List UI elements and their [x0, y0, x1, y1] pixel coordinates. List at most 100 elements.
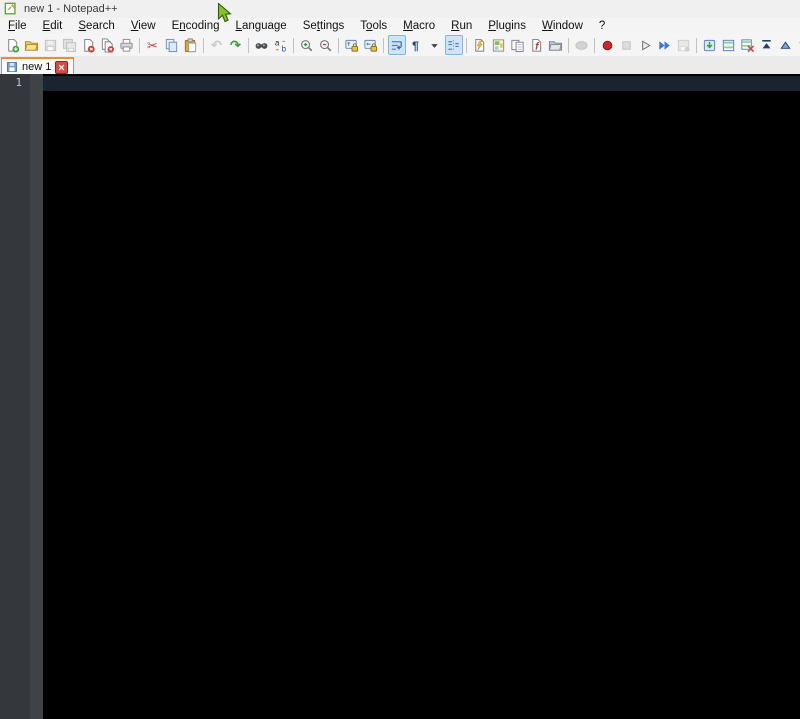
redo-button[interactable]: ↷ [227, 35, 245, 55]
replace-button[interactable]: ab [272, 35, 290, 55]
zoom-in-icon [299, 38, 314, 53]
save-all-icon [62, 38, 77, 53]
copy-icon [164, 38, 179, 53]
print-button[interactable] [118, 35, 136, 55]
editor-area[interactable]: 1 [0, 74, 800, 719]
svg-text:¶: ¶ [412, 39, 419, 53]
define-language-button[interactable] [471, 35, 489, 55]
undo-icon: ↶ [209, 38, 224, 53]
playback-macro-button[interactable] [637, 35, 655, 55]
compare-button[interactable] [720, 35, 738, 55]
first-difference-button[interactable] [758, 35, 776, 55]
fold-margin [30, 74, 43, 719]
toolbar-separator [568, 37, 569, 53]
document-list-icon [510, 38, 525, 53]
monitoring-button [573, 35, 591, 55]
title-bar: new 1 - Notepad++ [0, 0, 800, 18]
next-difference-button[interactable] [796, 35, 800, 55]
indent-guide-icon [446, 38, 461, 53]
save-all-button [61, 35, 79, 55]
stop-recording-button [618, 35, 636, 55]
function-list-icon: f [529, 38, 544, 53]
tab-label: new 1 [22, 61, 52, 73]
close-all-button[interactable] [99, 35, 117, 55]
svg-text:↶: ↶ [210, 38, 222, 53]
word-wrap-button[interactable] [387, 35, 406, 55]
dropdown-caret-icon [427, 38, 442, 53]
menu-file[interactable]: File [0, 19, 35, 33]
run-macro-multiple-button[interactable] [656, 35, 674, 55]
folder-as-workspace-button[interactable] [547, 35, 565, 55]
menu-plugins[interactable]: Plugins [480, 19, 534, 33]
window-title: new 1 - Notepad++ [24, 3, 118, 15]
menu-window[interactable]: Window [534, 19, 591, 33]
first-difference-icon [759, 38, 774, 53]
menu-settings[interactable]: Settings [295, 19, 353, 33]
sync-scroll-horizontal-button[interactable] [362, 35, 380, 55]
menu-edit[interactable]: Edit [35, 19, 71, 33]
toolbar-separator [203, 37, 204, 53]
cut-button[interactable]: ✂ [144, 35, 162, 55]
folder-as-workspace-icon [548, 38, 563, 53]
cut-icon: ✂ [145, 38, 160, 53]
sync-scroll-horizontal-icon [363, 38, 378, 53]
playback-macro-icon [638, 38, 653, 53]
toolbar-separator [594, 37, 595, 53]
compare-clear-icon [740, 38, 755, 53]
dropdown-caret-button[interactable] [426, 35, 444, 55]
document-map-button[interactable] [490, 35, 508, 55]
define-language-icon [472, 38, 487, 53]
previous-difference-button[interactable] [777, 35, 795, 55]
saved-floppy-icon [6, 61, 18, 73]
sync-scroll-vertical-button[interactable] [343, 35, 361, 55]
text-content[interactable] [43, 74, 800, 719]
stop-recording-icon [619, 38, 634, 53]
svg-text:✂: ✂ [147, 38, 158, 53]
menu-encoding[interactable]: Encoding [164, 19, 228, 33]
zoom-in-button[interactable] [298, 35, 316, 55]
menu-search[interactable]: Search [70, 19, 122, 33]
open-file-icon [24, 38, 39, 53]
replace-icon: ab [273, 38, 288, 53]
previous-difference-icon [778, 38, 793, 53]
open-file-button[interactable] [23, 35, 41, 55]
save-file-button [42, 35, 60, 55]
document-list-button[interactable] [509, 35, 527, 55]
close-file-button[interactable] [80, 35, 98, 55]
new-file-button[interactable] [4, 35, 22, 55]
toolbar-separator [248, 37, 249, 53]
svg-text:a: a [275, 38, 280, 47]
tab-new-1[interactable]: new 1 [1, 57, 75, 75]
close-all-icon [100, 37, 115, 53]
svg-text:b: b [282, 44, 287, 52]
zoom-out-button[interactable] [317, 35, 335, 55]
show-all-characters-button[interactable]: ¶ [407, 35, 425, 55]
current-line-highlight [43, 76, 800, 91]
toolbar-separator [696, 37, 697, 53]
save-macro-button [675, 35, 693, 55]
notepadpp-logo-icon [4, 2, 18, 16]
menu-help[interactable]: ? [591, 19, 613, 33]
copy-button[interactable] [163, 35, 181, 55]
menu-view[interactable]: View [123, 19, 164, 33]
undo-button: ↶ [208, 35, 226, 55]
record-macro-button[interactable] [599, 35, 617, 55]
menu-tools[interactable]: Tools [352, 19, 395, 33]
menu-language[interactable]: Language [228, 19, 295, 33]
function-list-button[interactable]: f [528, 35, 546, 55]
sync-scroll-vertical-icon [344, 38, 359, 53]
toolbar-separator [383, 37, 384, 53]
compare-set-first-button[interactable] [701, 35, 719, 55]
menu-macro[interactable]: Macro [395, 19, 443, 33]
compare-set-first-icon [702, 38, 717, 53]
paste-button[interactable] [182, 35, 200, 55]
zoom-out-icon [318, 38, 333, 53]
toolbar-separator [338, 37, 339, 53]
toolbar-separator [293, 37, 294, 53]
menu-run[interactable]: Run [443, 19, 480, 33]
indent-guide-button[interactable] [444, 35, 463, 55]
monitoring-icon [574, 38, 589, 53]
compare-clear-button[interactable] [739, 35, 757, 55]
find-button[interactable] [253, 35, 271, 55]
close-icon[interactable] [55, 60, 69, 74]
